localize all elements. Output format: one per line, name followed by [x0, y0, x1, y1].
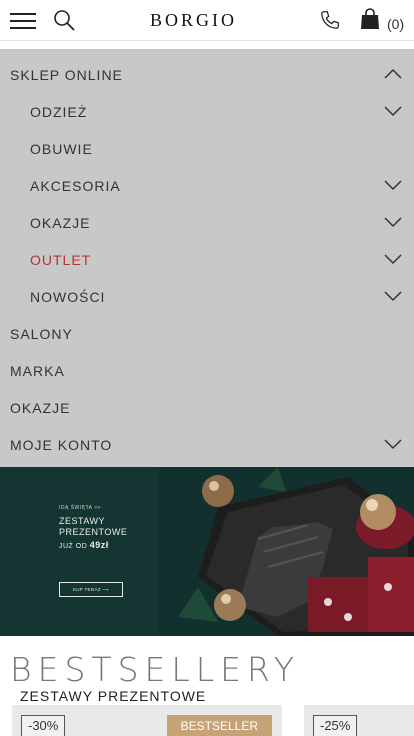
- menu-item-akcesoria[interactable]: AKCESORIA: [0, 163, 414, 200]
- chevron-down-icon[interactable]: [384, 105, 402, 117]
- banner-title: ZESTAWY PREZENTOWE: [59, 516, 149, 538]
- menu-item-obuwie[interactable]: OBUWIE: [0, 126, 414, 163]
- hamburger-menu-icon[interactable]: [10, 12, 36, 30]
- menu-item-nowosci[interactable]: NOWOŚCI: [0, 274, 414, 311]
- chevron-down-icon[interactable]: [384, 216, 402, 228]
- menu-item-label: MARKA: [10, 363, 65, 379]
- menu-item-moje-konto[interactable]: MOJE KONTO: [0, 422, 414, 459]
- site-header: BORGIO (0): [0, 0, 414, 41]
- banner-title-line: PREZENTOWE: [59, 527, 128, 537]
- discount-badge: -30%: [21, 715, 66, 736]
- menu-item-marka[interactable]: MARKA: [0, 348, 414, 385]
- navigation-menu: SKLEP ONLINE ODZIEŻ OBUWIE AKCESORIA OKA…: [0, 49, 414, 467]
- bestseller-badge: BESTSELLER: [166, 715, 272, 736]
- chevron-down-icon[interactable]: [384, 253, 402, 265]
- menu-item-okazje[interactable]: OKAZJE: [0, 200, 414, 237]
- banner-text-panel: IDĄ ŚWIĘTA >> ZESTAWY PREZENTOWE JUŻ OD …: [0, 467, 158, 636]
- discount-badge: -25%: [313, 715, 358, 736]
- menu-item-salony[interactable]: SALONY: [0, 311, 414, 348]
- phone-icon[interactable]: [319, 9, 341, 31]
- menu-item-label: AKCESORIA: [30, 178, 121, 194]
- banner-price: JUŻ OD 49zł: [59, 540, 109, 550]
- chevron-down-icon[interactable]: [384, 438, 402, 450]
- menu-item-label: OUTLET: [30, 252, 92, 268]
- menu-item-label: OKAZJE: [30, 215, 91, 231]
- menu-item-label: OBUWIE: [30, 141, 93, 157]
- shopping-bag-icon[interactable]: [360, 8, 380, 30]
- bestsellers-heading: BESTSELLERY: [10, 650, 300, 689]
- chevron-down-icon[interactable]: [384, 290, 402, 302]
- menu-item-label: SALONY: [10, 326, 73, 342]
- menu-item-sklep-online[interactable]: SKLEP ONLINE: [0, 52, 414, 89]
- menu-item-label: ODZIEŻ: [30, 104, 88, 120]
- menu-item-label: NOWOŚCI: [30, 289, 106, 305]
- menu-item-okazje-top[interactable]: OKAZJE: [0, 385, 414, 422]
- banner-kicker: IDĄ ŚWIĘTA >>: [59, 505, 101, 511]
- menu-item-odziez[interactable]: ODZIEŻ: [0, 89, 414, 126]
- chevron-down-icon[interactable]: [384, 179, 402, 191]
- brand-logo[interactable]: BORGIO: [150, 10, 237, 31]
- promo-banner[interactable]: IDĄ ŚWIĘTA >> ZESTAWY PREZENTOWE JUŻ OD …: [0, 467, 414, 636]
- menu-item-label: SKLEP ONLINE: [10, 67, 123, 83]
- banner-buy-button[interactable]: KUP TERAZ ⟶: [59, 582, 123, 597]
- menu-item-label: MOJE KONTO: [10, 437, 113, 453]
- product-card[interactable]: -30% BESTSELLER: [12, 705, 282, 736]
- banner-price-value: 49zł: [89, 540, 109, 550]
- menu-item-label: OKAZJE: [10, 400, 71, 416]
- chevron-up-icon[interactable]: [384, 68, 402, 80]
- banner-price-prefix: JUŻ OD: [59, 543, 88, 550]
- product-card[interactable]: -25%: [304, 705, 414, 736]
- menu-item-outlet[interactable]: OUTLET: [0, 237, 414, 274]
- search-icon[interactable]: [53, 9, 75, 31]
- cart-count[interactable]: (0): [387, 16, 404, 32]
- banner-title-line: ZESTAWY: [59, 516, 105, 526]
- gift-set-photo: [158, 467, 414, 636]
- bestsellers-subheading: ZESTAWY PREZENTOWE: [20, 688, 207, 704]
